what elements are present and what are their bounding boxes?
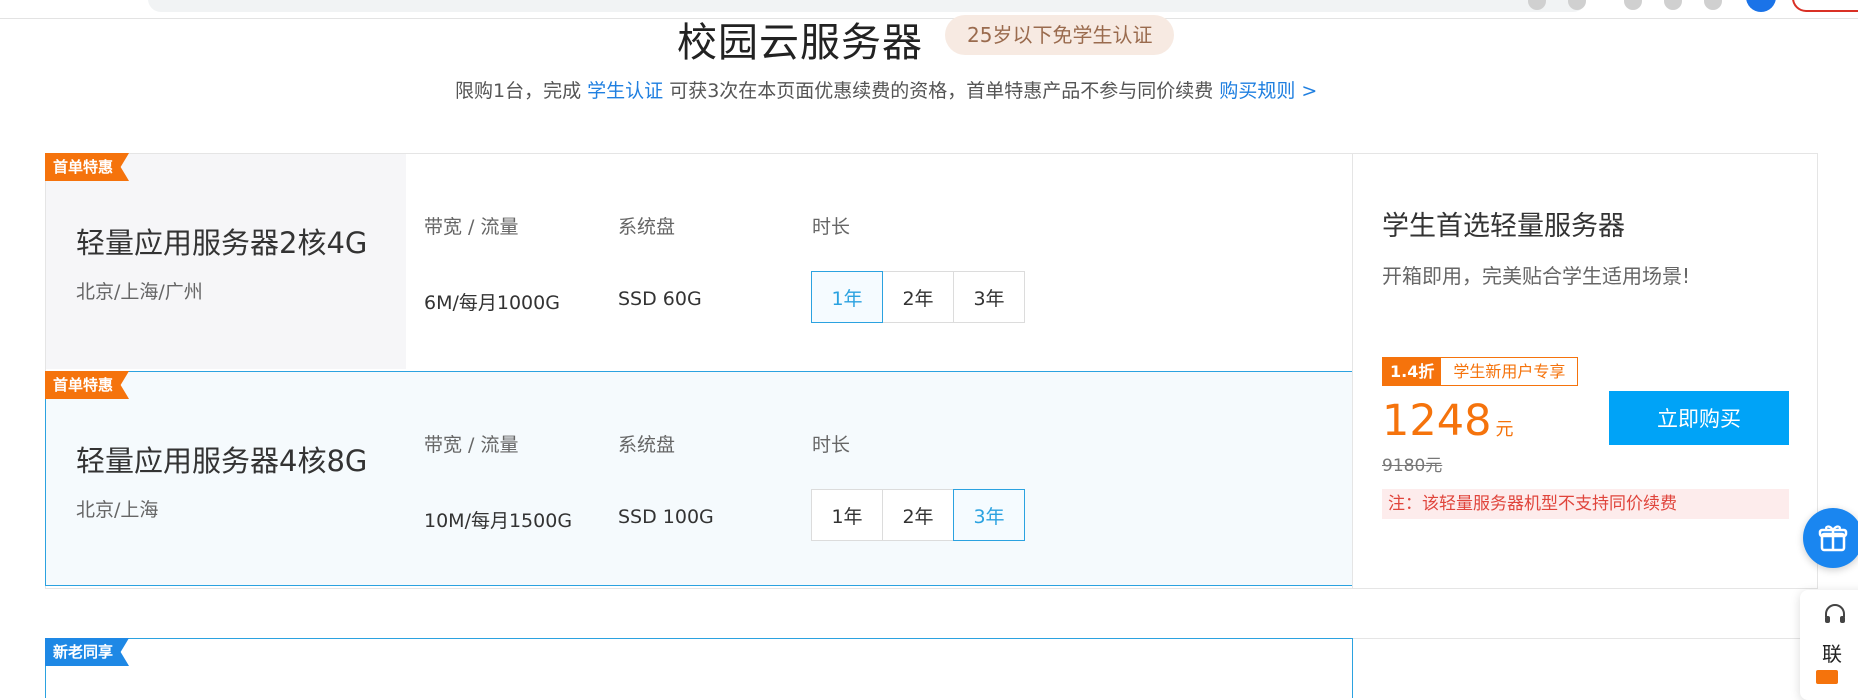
duration-option-3y[interactable]: 3年: [953, 489, 1025, 541]
disk-value: SSD 60G: [618, 288, 702, 310]
renewal-note: 注：该轻量服务器机型不支持同价续费: [1382, 489, 1789, 519]
price-unit: 元: [1495, 419, 1514, 440]
ribbon-first-order: 首单特惠: [45, 153, 130, 181]
duration-option-2y[interactable]: 2年: [882, 271, 954, 323]
buy-now-button[interactable]: 立即购买: [1609, 391, 1789, 445]
subtitle-middle: 可获3次在本页面优惠续费的资格，首单特惠产品不参与同价续费: [669, 80, 1214, 102]
purchase-rules-link[interactable]: 购买规则 >: [1219, 80, 1317, 102]
subtitle-prefix: 限购1台，完成: [455, 80, 582, 102]
contact-widget[interactable]: 联: [1800, 590, 1858, 700]
price-value: 1248: [1382, 396, 1492, 446]
ribbon-shared: 新老同享: [45, 638, 130, 666]
section-divider: [1353, 638, 1816, 639]
product-row-selected[interactable]: 首单特惠 轻量应用服务器4核8G 北京/上海 带宽 / 流量 系统盘 时长 10…: [45, 371, 1353, 586]
headset-icon: [1825, 604, 1845, 623]
product-name: 轻量应用服务器4核8G: [76, 444, 368, 478]
panel-title: 学生首选轻量服务器: [1382, 211, 1625, 242]
bandwidth-header: 带宽 / 流量: [424, 434, 519, 456]
product-name: 轻量应用服务器2核4G: [76, 226, 368, 260]
product-row[interactable]: 首单特惠 轻量应用服务器2核4G 北京/上海/广州 带宽 / 流量 系统盘 时长…: [45, 153, 1352, 369]
page-header: 校园云服务器 25岁以下免学生认证: [0, 6, 1858, 66]
duration-header: 时长: [812, 434, 851, 456]
subtitle: 限购1台，完成 学生认证 可获3次在本页面优惠续费的资格，首单特惠产品不参与同价…: [455, 76, 1317, 103]
purchase-panel: 学生首选轻量服务器 开箱即用，完美贴合学生适用场景! 1.4折 学生新用户专享 …: [1352, 154, 1817, 588]
student-auth-link[interactable]: 学生认证: [587, 80, 663, 102]
ribbon-first-order: 首单特惠: [45, 371, 130, 399]
duration-option-2y[interactable]: 2年: [882, 489, 954, 541]
bandwidth-value: 6M/每月1000G: [424, 292, 560, 314]
bandwidth-value: 10M/每月1500G: [424, 510, 573, 532]
page-title: 校园云服务器: [677, 20, 923, 66]
duration-selector: 1年 2年 3年: [811, 489, 1025, 541]
disk-header: 系统盘: [618, 216, 676, 238]
bandwidth-header: 带宽 / 流量: [424, 216, 519, 238]
discount-label: 1.4折: [1383, 358, 1442, 385]
gift-icon: [1818, 525, 1848, 552]
duration-option-1y[interactable]: 1年: [811, 489, 883, 541]
product-region: 北京/上海: [76, 499, 159, 521]
price: 1248 元: [1382, 396, 1513, 446]
original-price: 9180元: [1382, 456, 1443, 476]
duration-header: 时长: [812, 216, 851, 238]
age-badge: 25岁以下免学生认证: [945, 15, 1175, 55]
contact-label: 联: [1822, 642, 1842, 666]
disk-header: 系统盘: [618, 434, 676, 456]
duration-selector: 1年 2年 3年: [811, 271, 1025, 323]
product-card: 首单特惠 轻量应用服务器2核4G 北京/上海/广州 带宽 / 流量 系统盘 时长…: [45, 153, 1818, 589]
disk-value: SSD 100G: [618, 506, 714, 528]
product-region: 北京/上海/广州: [76, 281, 203, 303]
duration-option-1y[interactable]: 1年: [811, 271, 883, 323]
product-row[interactable]: 新老同享: [45, 638, 1353, 698]
promo-badge: 1.4折 学生新用户专享: [1382, 357, 1579, 386]
gift-button[interactable]: [1803, 508, 1858, 568]
duration-option-3y[interactable]: 3年: [953, 271, 1025, 323]
panel-description: 开箱即用，完美贴合学生适用场景!: [1382, 264, 1691, 288]
tag-icon: [1816, 670, 1838, 684]
promo-tag: 学生新用户专享: [1441, 358, 1578, 385]
